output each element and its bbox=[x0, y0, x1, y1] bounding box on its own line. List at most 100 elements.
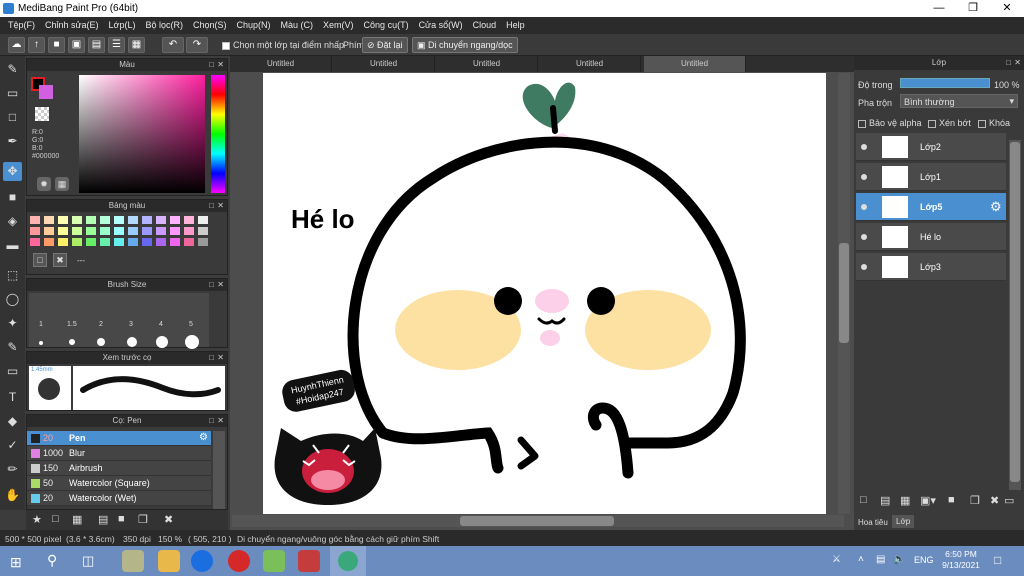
palette-swatch[interactable] bbox=[44, 227, 54, 235]
magic-wand-icon[interactable]: ✦ bbox=[3, 314, 22, 333]
palette-swatch[interactable] bbox=[128, 238, 138, 246]
menu-color[interactable]: Màu (C) bbox=[276, 17, 319, 34]
gradient-icon[interactable]: ▬ bbox=[3, 236, 22, 255]
palette-swatch[interactable] bbox=[58, 238, 68, 246]
palette-swatch[interactable] bbox=[30, 238, 40, 246]
layer-row[interactable]: Lớp3 bbox=[856, 253, 1006, 281]
dock-icon[interactable]: □ bbox=[209, 352, 214, 364]
volume-icon[interactable]: 🔈 bbox=[893, 554, 905, 565]
menu-capture[interactable]: Chụp(N) bbox=[232, 17, 276, 34]
tab-layer[interactable]: Lớp bbox=[892, 515, 915, 528]
minimize-button[interactable]: — bbox=[922, 0, 956, 17]
hand-icon[interactable]: ✋ bbox=[3, 486, 22, 505]
palette-swatch[interactable] bbox=[114, 227, 124, 235]
saturation-value-square[interactable] bbox=[79, 75, 205, 193]
maximize-button[interactable]: ❐ bbox=[956, 0, 990, 17]
zalo-icon[interactable] bbox=[191, 550, 213, 572]
brush-icon[interactable]: ✎ bbox=[3, 60, 22, 79]
blend-mode-select[interactable]: Bình thường ▾ bbox=[900, 94, 1018, 108]
dock-icon[interactable]: □ bbox=[209, 59, 214, 71]
tab-untitled[interactable]: Untitled bbox=[230, 56, 332, 72]
palette-swatch[interactable] bbox=[184, 216, 194, 224]
horizontal-scroll-thumb[interactable] bbox=[460, 516, 614, 526]
new-halftone-layer-icon[interactable]: ▤ bbox=[880, 494, 890, 507]
palette-swatch[interactable] bbox=[72, 238, 82, 246]
drawing-canvas[interactable]: Hé lo HuynhThienn #Hoidap247 bbox=[263, 73, 826, 514]
upload-icon[interactable]: ↑ bbox=[28, 37, 45, 53]
palette-swatch[interactable] bbox=[156, 216, 166, 224]
brush-item[interactable]: 20 Watercolor (Wet) bbox=[27, 491, 211, 506]
layer-row[interactable]: Lớp2 bbox=[856, 133, 1006, 161]
grid-icon[interactable]: ▦ bbox=[128, 37, 145, 53]
windows-start-icon[interactable]: ⊞ bbox=[10, 554, 22, 571]
brush-item[interactable]: 1000 Blur bbox=[27, 446, 211, 461]
palette-swatch[interactable] bbox=[156, 238, 166, 246]
palette-swatch[interactable] bbox=[170, 238, 180, 246]
dropper-icon[interactable]: ✓ bbox=[3, 436, 22, 455]
eyedropper-icon[interactable]: ✏ bbox=[3, 460, 22, 479]
move-tool-icon[interactable]: ✥ bbox=[3, 162, 22, 181]
select-eraser-icon[interactable]: ▭ bbox=[3, 362, 22, 381]
tab-untitled[interactable]: Untitled bbox=[539, 56, 641, 72]
color-settings-icon[interactable]: ▦ bbox=[55, 177, 69, 191]
paint-app-icon[interactable] bbox=[263, 550, 285, 572]
palette-swatch[interactable] bbox=[128, 227, 138, 235]
palette-swatch[interactable] bbox=[170, 216, 180, 224]
select-layer-checkbox[interactable]: Chọn một lớp tại điểm nhấp bbox=[222, 40, 344, 50]
palette-swatch[interactable] bbox=[198, 238, 208, 246]
menu-tools[interactable]: Công cụ(T) bbox=[359, 17, 414, 34]
clip-checkbox[interactable]: Xén bớt bbox=[928, 118, 971, 128]
vertical-scroll-thumb[interactable] bbox=[839, 243, 849, 343]
eye-icon[interactable] bbox=[861, 234, 867, 240]
folder-icon[interactable]: ■ bbox=[948, 494, 955, 506]
palette-swatch[interactable] bbox=[44, 216, 54, 224]
layer-row-selected[interactable]: Lớp5 ⚙ bbox=[856, 193, 1006, 221]
close-icon[interactable]: ✕ bbox=[217, 59, 224, 71]
bucket-icon[interactable]: ◈ bbox=[3, 212, 22, 231]
undo-icon[interactable]: ↶ bbox=[162, 37, 184, 53]
brush-item-selected[interactable]: 20 Pen ⚙ bbox=[27, 431, 211, 446]
brush-size-option[interactable]: 1 bbox=[39, 321, 43, 328]
palette-swatch[interactable] bbox=[170, 227, 180, 235]
new-brush-icon[interactable]: □ bbox=[52, 513, 59, 525]
layer-row[interactable]: Lớp1 bbox=[856, 163, 1006, 191]
close-icon[interactable]: ✕ bbox=[1014, 56, 1021, 70]
palette-swatch[interactable] bbox=[142, 227, 152, 235]
palette-swatch[interactable] bbox=[72, 227, 82, 235]
menu-help[interactable]: Help bbox=[501, 17, 530, 34]
menu-filter[interactable]: Bộ lọc(R) bbox=[140, 17, 188, 34]
document-icon[interactable]: ▤ bbox=[88, 37, 105, 53]
delete-brush-icon[interactable]: ✖ bbox=[164, 513, 173, 526]
add-brush-icon[interactable]: ★ bbox=[32, 513, 42, 526]
new-8bit-layer-icon[interactable]: ▦ bbox=[900, 494, 910, 507]
palette-swatch[interactable] bbox=[30, 227, 40, 235]
shape-icon[interactable]: ◆ bbox=[3, 412, 22, 431]
task-view-icon[interactable]: ◫ bbox=[82, 553, 94, 569]
menu-cloud[interactable]: Cloud bbox=[468, 17, 502, 34]
palette-swatch[interactable] bbox=[198, 227, 208, 235]
eye-icon[interactable] bbox=[861, 264, 867, 270]
folder-icon[interactable] bbox=[158, 550, 180, 572]
medibang-taskbar-button[interactable] bbox=[330, 546, 366, 576]
new-palette-icon[interactable]: □ bbox=[33, 253, 47, 267]
palette-swatch[interactable] bbox=[30, 216, 40, 224]
palette-swatch[interactable] bbox=[100, 216, 110, 224]
palette-swatch[interactable] bbox=[128, 216, 138, 224]
eye-icon[interactable] bbox=[861, 204, 867, 210]
duplicate-brush-icon[interactable]: ❐ bbox=[138, 513, 148, 526]
close-icon[interactable]: ✕ bbox=[217, 415, 224, 427]
duplicate-layer-icon[interactable]: ❐ bbox=[970, 494, 980, 507]
canvas-horizontal-scrollbar[interactable] bbox=[232, 515, 844, 527]
palette-swatch[interactable] bbox=[72, 216, 82, 224]
lock-checkbox[interactable]: Khóa bbox=[978, 118, 1010, 128]
menu-select[interactable]: Chọn(S) bbox=[188, 17, 232, 34]
canvas-vertical-scrollbar[interactable] bbox=[838, 73, 850, 514]
palette-swatch[interactable] bbox=[44, 238, 54, 246]
layer-list-scrollbar[interactable] bbox=[1009, 140, 1021, 490]
game-app-icon[interactable] bbox=[298, 550, 320, 572]
layer-scroll-thumb[interactable] bbox=[1010, 142, 1020, 482]
transparent-swatch[interactable] bbox=[35, 107, 49, 121]
gear-icon[interactable]: ⚙ bbox=[199, 432, 208, 443]
input-language[interactable]: ENG bbox=[914, 555, 934, 565]
tab-untitled-active[interactable]: Untitled bbox=[644, 56, 746, 72]
